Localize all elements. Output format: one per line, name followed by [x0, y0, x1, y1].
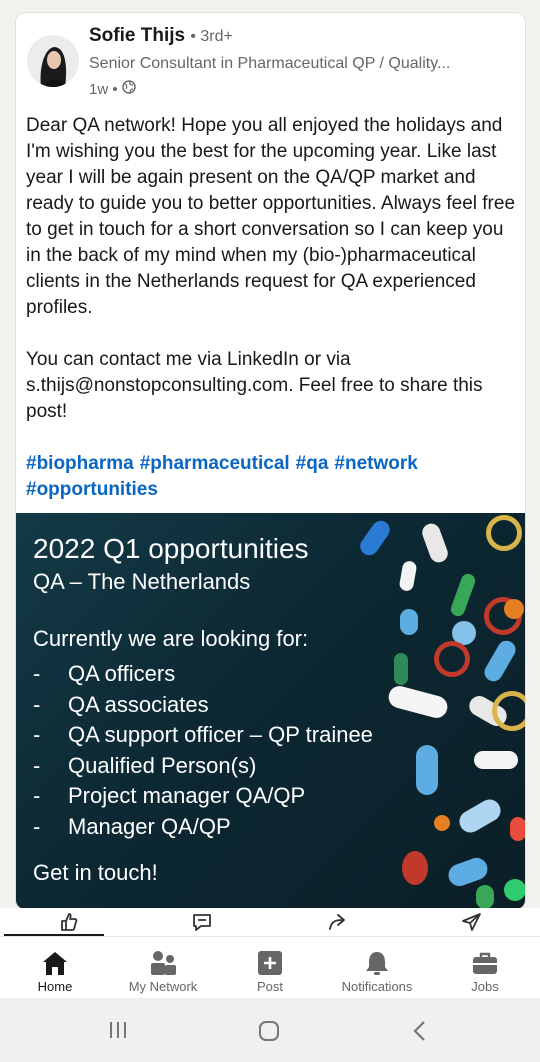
- share-arrow-icon[interactable]: [327, 912, 349, 932]
- banner-subtitle: QA – The Netherlands: [33, 569, 251, 594]
- post-meta: 1w •: [89, 80, 136, 98]
- banner-intro: Currently we are looking for:: [33, 626, 309, 651]
- nav-home-label: Home: [37, 979, 73, 994]
- banner-cta: Get in touch!: [33, 860, 158, 885]
- nav-jobs-label: Jobs: [471, 979, 499, 994]
- system-nav-bar: [0, 998, 540, 1062]
- nav-post[interactable]: Post: [216, 937, 324, 999]
- recent-apps-icon[interactable]: [108, 1020, 128, 1045]
- author-avatar[interactable]: [27, 35, 79, 87]
- post-time: 1w •: [89, 80, 118, 98]
- list-item: - Manager QA/QP: [33, 813, 231, 839]
- list-item: - QA support officer – QP trainee: [33, 722, 373, 747]
- bell-icon: [366, 952, 388, 975]
- home-icon: [43, 952, 67, 975]
- hashtag-link[interactable]: #opportunities: [26, 479, 158, 500]
- list-item: - QA officers: [33, 661, 176, 686]
- nav-my-network[interactable]: My Network: [109, 937, 217, 999]
- post-card: Sofie Thijs • 3rd+ Senior Consultant in …: [15, 12, 526, 910]
- people-icon: [151, 951, 176, 975]
- hashtag-link[interactable]: #qa: [296, 453, 329, 474]
- list-item: - Project manager QA/QP: [33, 783, 306, 808]
- nav-notifications[interactable]: Notifications: [323, 937, 431, 999]
- list-item: - Qualified Person(s): [33, 752, 257, 778]
- author-name[interactable]: Sofie Thijs • 3rd+: [89, 25, 233, 47]
- send-icon[interactable]: [461, 912, 483, 932]
- home-circle-icon[interactable]: [258, 1020, 280, 1047]
- banner-role-list: - QA officers - QA associates - QA support …: [33, 659, 373, 842]
- comment-icon[interactable]: [191, 912, 213, 932]
- post-body: Dear QA network! Hope you all enjoyed th…: [26, 115, 516, 422]
- nav-notifications-label: Notifications: [341, 979, 413, 994]
- nav-home[interactable]: Home: [1, 937, 109, 999]
- plus-box-icon: [258, 951, 282, 975]
- list-item: - QA associates: [33, 691, 209, 717]
- back-icon[interactable]: [411, 1020, 429, 1047]
- author-name-text[interactable]: Sofie Thijs: [89, 25, 185, 46]
- post-actions-bar: [0, 908, 540, 936]
- nav-jobs[interactable]: Jobs: [431, 937, 539, 999]
- nav-post-label: Post: [256, 979, 283, 994]
- nav-my-network-label: My Network: [128, 979, 198, 994]
- connection-degree: • 3rd+: [190, 28, 233, 45]
- author-headline: Senior Consultant in Pharmaceutical QP /…: [89, 55, 451, 72]
- hashtag-link[interactable]: #biopharma: [26, 453, 134, 474]
- hashtag-link[interactable]: #pharmaceutical: [140, 453, 290, 474]
- globe-icon: [121, 80, 136, 98]
- bottom-nav: Home My Network Post Notifications Jobs: [0, 936, 540, 999]
- hashtags: #biopharma #pharmaceutical #qa #network #opp…: [26, 451, 521, 503]
- post-image[interactable]: 2022 Q1 opportunities QA – The Netherlan…: [16, 513, 525, 909]
- banner-title: 2022 Q1 opportunities: [33, 533, 309, 564]
- briefcase-icon: [473, 952, 497, 974]
- hashtag-link[interactable]: #network: [334, 453, 417, 474]
- thumbs-up-icon[interactable]: [58, 912, 80, 932]
